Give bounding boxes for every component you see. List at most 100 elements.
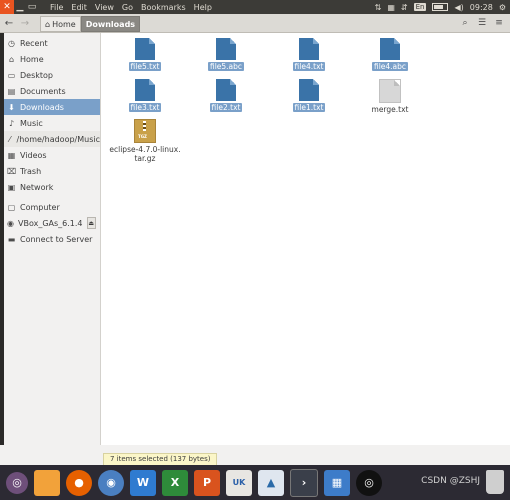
file-view[interactable]: file5.txt file5.abc file4.txt file4.abc … [101, 33, 510, 445]
disc-icon: ◉ [7, 218, 14, 228]
menu-icon[interactable]: ≡ [492, 16, 506, 30]
chromium-icon[interactable]: ◉ [98, 469, 124, 496]
trash-icon: ⌧ [7, 166, 17, 176]
sidebar-label: Trash [20, 166, 42, 176]
sidebar-item-recent[interactable]: ◷ Recent [4, 35, 100, 51]
battery-icon[interactable] [432, 3, 449, 11]
forward-button[interactable]: → [18, 16, 32, 30]
minimize-window-button[interactable]: ▁ [14, 0, 26, 14]
menu-help[interactable]: Help [194, 3, 212, 12]
sidebar-item-vbox[interactable]: ◉ VBox_GAs_6.1.4 ⏏ [4, 215, 100, 231]
top-panel: ✕ ▁ ▭ File Edit View Go Bookmarks Help ⇅… [0, 0, 510, 14]
music-icon: ♪ [8, 118, 15, 128]
clock[interactable]: 09:28 [470, 3, 493, 12]
network-icon: ▣ [7, 182, 16, 192]
sidebar-item-downloads[interactable]: ⬇ Downloads [4, 99, 100, 115]
firefox-icon[interactable]: ● [66, 469, 92, 496]
ubuntu-icon[interactable]: ◎ [6, 471, 28, 494]
sidebar-item-trash[interactable]: ⌧ Trash [4, 163, 100, 179]
file-name: merge.txt [371, 105, 409, 114]
file-item[interactable]: file4.txt [269, 38, 349, 71]
home-icon: ⌂ [8, 54, 15, 64]
file-item[interactable]: file3.txt [105, 79, 185, 112]
file-item[interactable]: merge.txt [350, 79, 430, 114]
search-icon[interactable]: ⌕ [458, 16, 472, 30]
menu-bookmarks[interactable]: Bookmarks [141, 3, 186, 12]
sidebar-label: Home [20, 54, 44, 64]
sidebar-label: Computer [20, 202, 60, 212]
sidebar-item-network[interactable]: ▣ Network [4, 179, 100, 195]
maximize-window-button[interactable]: ▭ [26, 0, 38, 14]
videos-icon: ▦ [7, 150, 16, 160]
sidebar-item-computer[interactable]: ▢ Computer [4, 199, 100, 215]
power-icon[interactable]: ⚙ [499, 3, 506, 12]
documents-icon: ▤ [7, 86, 16, 96]
text-file-icon [299, 38, 319, 60]
file-name: file4.txt [292, 62, 326, 71]
file-item[interactable]: TGZ eclipse-4.7.0-linux. tar.gz [105, 119, 185, 163]
view-list-icon[interactable]: ☰ [475, 16, 489, 30]
file-name: file2.txt [209, 103, 243, 112]
file-item[interactable]: file5.abc [186, 38, 266, 71]
close-window-button[interactable]: ✕ [0, 0, 14, 14]
menu-file[interactable]: File [50, 3, 63, 12]
file-name: file4.abc [371, 62, 409, 71]
file-name: file1.txt [292, 103, 326, 112]
sidebar-label: /home/hadoop/Music [16, 134, 100, 144]
zip-icon [143, 121, 146, 131]
file-item[interactable]: file5.txt [105, 38, 185, 71]
watermark: CSDN @ZSHJ [421, 476, 480, 486]
uk-icon[interactable]: UK [226, 469, 252, 496]
tgz-label: TGZ [138, 134, 147, 139]
sidebar-label: Downloads [20, 102, 64, 112]
file-item[interactable]: file1.txt [269, 79, 349, 112]
impress-icon[interactable]: P [194, 469, 220, 496]
network-indicator-icon[interactable]: ⇅ [375, 3, 382, 12]
text-file-icon [299, 79, 319, 101]
places-sidebar: ◷ Recent ⌂ Home ▭ Desktop ▤ Documents ⬇ Downl… [4, 33, 101, 445]
sidebar-label: Documents [20, 86, 66, 96]
back-button[interactable]: ← [2, 16, 16, 30]
file-item[interactable]: file4.abc [350, 38, 430, 71]
sidebar-label: Desktop [20, 70, 53, 80]
download-icon: ⬇ [8, 102, 15, 112]
files-icon[interactable] [34, 469, 60, 496]
sidebar-item-music[interactable]: ♪ Music [4, 115, 100, 131]
sidebar-item-desktop[interactable]: ▭ Desktop [4, 67, 100, 83]
sidebar-label: VBox_GAs_6.1.4 [17, 218, 83, 228]
crumb-home[interactable]: ⌂ Home [40, 16, 81, 32]
keyboard-indicator-icon[interactable]: ▦ [387, 3, 395, 12]
file-name: eclipse-4.7.0-linux. tar.gz [109, 145, 181, 163]
menu-view[interactable]: View [95, 3, 114, 12]
text-file-icon [379, 79, 401, 103]
sidebar-label: Videos [20, 150, 47, 160]
disc-icon[interactable]: ◎ [356, 469, 382, 496]
sidebar-label: Network [20, 182, 54, 192]
file-item[interactable]: file2.txt [186, 79, 266, 112]
menu-edit[interactable]: Edit [71, 3, 87, 12]
text-file-icon [216, 79, 236, 101]
crumb-home-label: Home [52, 19, 76, 29]
sidebar-item-home[interactable]: ⌂ Home [4, 51, 100, 67]
toolbar-right: ⌕ ☰ ≡ [458, 16, 506, 30]
trash-icon[interactable] [486, 470, 504, 494]
software-icon[interactable]: ▲ [258, 469, 284, 496]
transfer-indicator-icon[interactable]: ⇵ [401, 3, 408, 12]
writer-icon[interactable]: W [130, 469, 156, 496]
volume-icon[interactable]: ◀) [454, 3, 463, 12]
eject-icon[interactable]: ⏏ [86, 217, 96, 229]
desktop-icon: ▭ [7, 70, 16, 80]
input-method-indicator[interactable]: En [413, 3, 427, 11]
terminal-icon[interactable]: › [290, 468, 318, 497]
workspaces-icon[interactable]: ▦ [324, 469, 350, 496]
crumb-downloads[interactable]: Downloads [80, 16, 141, 32]
text-file-icon [135, 38, 155, 60]
system-tray: ⇅ ▦ ⇵ En ◀) 09:28 ⚙ [375, 0, 506, 14]
sidebar-item-connect-server[interactable]: ▬ Connect to Server [4, 231, 100, 247]
sidebar-item-music-bookmark[interactable]: ⁄ /home/hadoop/Music [4, 131, 100, 147]
sidebar-item-documents[interactable]: ▤ Documents [4, 83, 100, 99]
sidebar-item-videos[interactable]: ▦ Videos [4, 147, 100, 163]
text-file-icon [216, 38, 236, 60]
calc-icon[interactable]: X [162, 469, 188, 496]
menu-go[interactable]: Go [122, 3, 133, 12]
